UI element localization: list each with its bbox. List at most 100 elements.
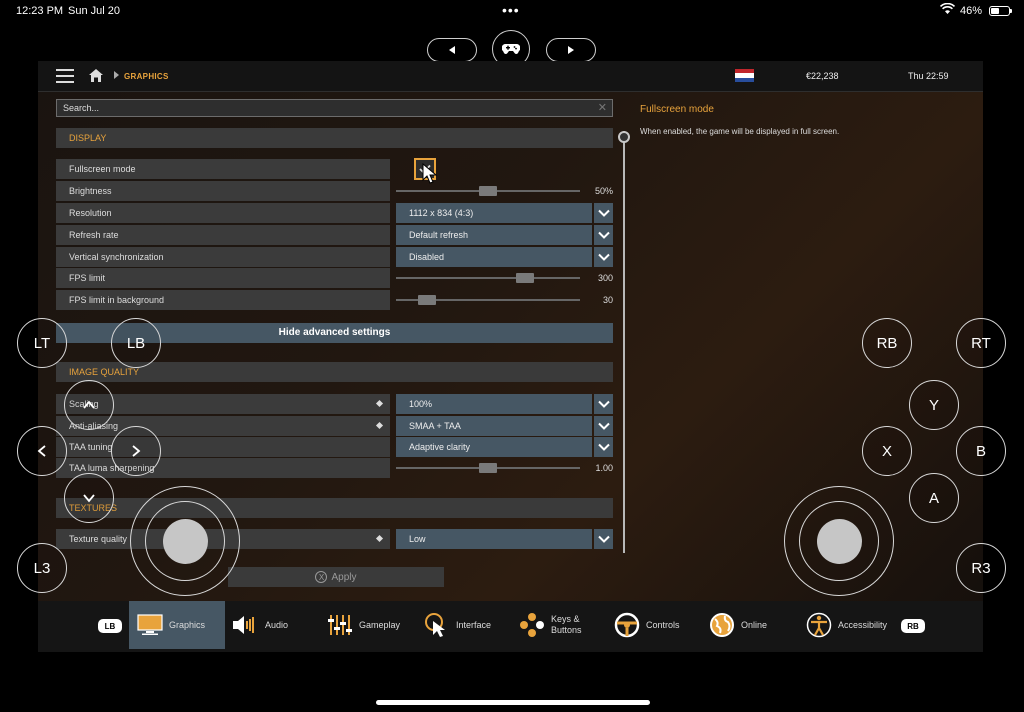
flag-icon bbox=[735, 69, 754, 82]
setting-resolution[interactable]: Resolution 1112 x 834 (4:3) bbox=[56, 203, 613, 223]
dpad-right-button[interactable] bbox=[111, 426, 161, 476]
setting-scaling[interactable]: Scaling 100% bbox=[56, 394, 613, 414]
right-thumbstick[interactable] bbox=[784, 486, 894, 596]
sliders-icon bbox=[327, 613, 353, 637]
home-icon[interactable] bbox=[88, 68, 104, 83]
lb-hint-icon[interactable]: LB bbox=[98, 619, 122, 633]
category-tabbar: LB Graphics Audio Gameplay Interface Key… bbox=[38, 601, 983, 652]
gamepad-icon bbox=[502, 43, 520, 55]
chevron-down-icon[interactable] bbox=[594, 247, 613, 267]
left-thumbstick[interactable] bbox=[130, 486, 240, 596]
chevron-down-icon bbox=[83, 494, 95, 503]
tab-gameplay[interactable]: Gameplay bbox=[327, 601, 400, 649]
scrollbar-track[interactable] bbox=[623, 131, 625, 553]
lt-button[interactable]: LT bbox=[17, 318, 67, 368]
setting-brightness[interactable]: Brightness 50% bbox=[56, 181, 613, 201]
chevron-down-icon[interactable] bbox=[594, 394, 613, 414]
status-date: Sun Jul 20 bbox=[68, 5, 120, 17]
next-button[interactable] bbox=[546, 38, 596, 62]
setting-fullscreen[interactable]: Fullscreen mode bbox=[56, 158, 613, 184]
taa-tuning-select[interactable]: Adaptive clarity bbox=[396, 437, 592, 457]
info-diamond-icon bbox=[375, 534, 384, 543]
r3-button[interactable]: R3 bbox=[956, 543, 1006, 593]
apply-button[interactable]: X Apply bbox=[228, 567, 444, 587]
previous-button[interactable] bbox=[427, 38, 477, 62]
menu-icon[interactable] bbox=[56, 69, 74, 83]
setting-fps-limit-background[interactable]: FPS limit in background 30 bbox=[56, 290, 613, 310]
taa-sharpening-slider[interactable] bbox=[396, 458, 580, 478]
chevron-down-icon[interactable] bbox=[594, 203, 613, 223]
status-time: 12:23 PM bbox=[16, 5, 64, 17]
fps-background-slider[interactable] bbox=[396, 290, 580, 310]
l3-button[interactable]: L3 bbox=[17, 543, 67, 593]
x-button[interactable]: X bbox=[862, 426, 912, 476]
chevron-left-icon bbox=[37, 445, 46, 457]
tab-graphics[interactable]: Graphics bbox=[129, 601, 225, 649]
setting-label: Resolution bbox=[56, 203, 390, 223]
setting-fps-limit[interactable]: FPS limit 300 bbox=[56, 268, 613, 288]
setting-label: Brightness bbox=[56, 181, 390, 201]
tab-audio[interactable]: Audio bbox=[231, 601, 288, 649]
chevron-down-icon[interactable] bbox=[594, 416, 613, 436]
dpad-left-button[interactable] bbox=[17, 426, 67, 476]
setting-label: FPS limit bbox=[56, 268, 390, 288]
tab-interface[interactable]: Interface bbox=[424, 601, 491, 649]
breadcrumb: GRAPHICS bbox=[124, 72, 169, 81]
home-indicator[interactable] bbox=[376, 700, 650, 705]
slider-value: 30 bbox=[602, 295, 613, 305]
tab-accessibility[interactable]: Accessibility bbox=[806, 601, 887, 649]
y-button[interactable]: Y bbox=[909, 380, 959, 430]
chevron-down-icon[interactable] bbox=[594, 225, 613, 245]
slider-value: 50% bbox=[594, 186, 613, 196]
refresh-rate-select[interactable]: Default refresh bbox=[396, 225, 592, 245]
speaker-icon bbox=[231, 614, 259, 636]
info-diamond-icon bbox=[375, 421, 384, 430]
clear-search-icon[interactable]: ✕ bbox=[598, 101, 607, 114]
tab-controls[interactable]: Controls bbox=[614, 601, 680, 649]
slider-thumb[interactable] bbox=[516, 273, 534, 283]
a-button[interactable]: A bbox=[909, 473, 959, 523]
breadcrumb-chevron-icon bbox=[114, 71, 119, 79]
right-stick-knob[interactable] bbox=[817, 519, 862, 564]
anti-aliasing-select[interactable]: SMAA + TAA bbox=[396, 416, 592, 436]
scrollbar-handle[interactable] bbox=[618, 131, 630, 143]
setting-label: TAA tuning bbox=[56, 437, 390, 457]
setting-refresh-rate[interactable]: Refresh rate Default refresh bbox=[56, 225, 613, 245]
dpad-down-button[interactable] bbox=[64, 473, 114, 523]
resolution-select[interactable]: 1112 x 834 (4:3) bbox=[396, 203, 592, 223]
scaling-select[interactable]: 100% bbox=[396, 394, 592, 414]
setting-label: TAA luma sharpening bbox=[56, 458, 390, 478]
lb-button[interactable]: LB bbox=[111, 318, 161, 368]
search-input[interactable]: Search... ✕ bbox=[56, 99, 613, 117]
chevron-down-icon[interactable] bbox=[594, 529, 613, 549]
texture-quality-select[interactable]: Low bbox=[396, 529, 592, 549]
tab-keys-buttons[interactable]: Keys & Buttons bbox=[519, 601, 582, 649]
b-button[interactable]: B bbox=[956, 426, 1006, 476]
rb-button[interactable]: RB bbox=[862, 318, 912, 368]
multitask-dots-icon[interactable]: ••• bbox=[502, 2, 520, 18]
chevron-down-icon[interactable] bbox=[594, 437, 613, 457]
wifi-icon bbox=[940, 3, 955, 14]
apply-label: Apply bbox=[331, 571, 357, 583]
tab-online[interactable]: Online bbox=[709, 601, 767, 649]
dpad-up-button[interactable] bbox=[64, 380, 114, 430]
slider-thumb[interactable] bbox=[479, 463, 497, 473]
chevron-right-icon bbox=[132, 445, 141, 457]
fps-limit-slider[interactable] bbox=[396, 268, 580, 288]
info-description: When enabled, the game will be displayed… bbox=[640, 127, 840, 136]
setting-vsync[interactable]: Vertical synchronization Disabled bbox=[56, 247, 613, 267]
money-display: €22,238 bbox=[806, 71, 839, 81]
left-stick-knob[interactable] bbox=[163, 519, 208, 564]
slider-thumb[interactable] bbox=[418, 295, 436, 305]
battery-icon bbox=[989, 6, 1012, 16]
rb-hint-icon[interactable]: RB bbox=[901, 619, 925, 633]
setting-label: Refresh rate bbox=[56, 225, 390, 245]
vsync-select[interactable]: Disabled bbox=[396, 247, 592, 267]
pointer-click-icon bbox=[424, 612, 450, 638]
rt-button[interactable]: RT bbox=[956, 318, 1006, 368]
brightness-slider[interactable] bbox=[396, 181, 580, 201]
section-display: DISPLAY bbox=[56, 128, 613, 148]
slider-thumb[interactable] bbox=[479, 186, 497, 196]
game-clock: Thu 22:59 bbox=[908, 71, 949, 81]
x-button-icon: X bbox=[315, 571, 328, 583]
